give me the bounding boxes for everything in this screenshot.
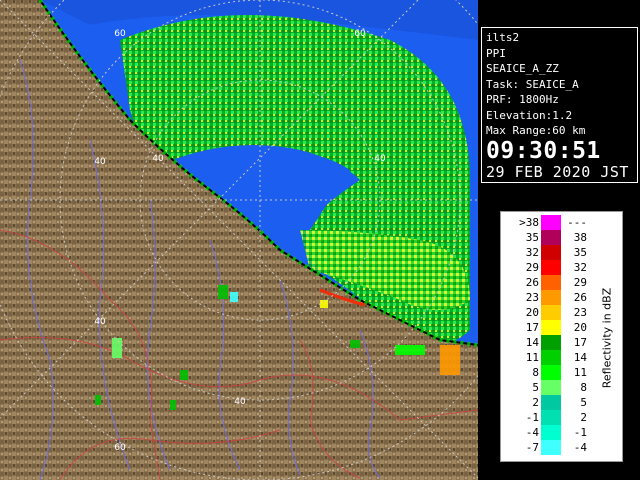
range-label: 40 (94, 317, 106, 327)
scan-date: 29 FEB 2020 JST (486, 162, 629, 181)
legend-color-swatch (541, 245, 561, 260)
legend-low-value: -4 (525, 426, 539, 439)
task-name: Task: SEAICE_A (486, 77, 579, 91)
legend-color-swatch (541, 380, 561, 395)
legend-low-value: 5 (532, 381, 539, 394)
legend-low-value: 29 (525, 261, 539, 274)
range-label: 40 (374, 154, 386, 164)
range-label: 60 (114, 443, 126, 453)
prf-value: PRF: 1800Hz (486, 93, 559, 106)
legend-color-swatch (541, 335, 561, 350)
legend-color-swatch (541, 260, 561, 275)
legend-low-value: 2 (532, 396, 539, 409)
legend-low-value: 26 (525, 276, 539, 289)
legend-high-value: 8 (580, 381, 587, 394)
legend-color-swatch (541, 305, 561, 320)
legend-high-value: 35 (573, 246, 587, 259)
legend-high-value: 23 (573, 306, 587, 319)
legend-color-swatch (541, 410, 561, 425)
legend-low-value: 14 (525, 336, 539, 349)
max-range-value: Max Range:60 km (486, 124, 586, 137)
legend-color-swatch (541, 215, 561, 230)
legend-high-value: 14 (573, 351, 587, 364)
legend-high-value: 20 (573, 321, 587, 334)
legend-color-swatch (541, 365, 561, 380)
legend-low-value: 35 (525, 231, 539, 244)
legend-color-swatch (541, 320, 561, 335)
legend-color-swatch (541, 350, 561, 365)
legend-low-value: -7 (525, 441, 539, 454)
legend-color-swatch (541, 230, 561, 245)
legend-high-value: 11 (573, 366, 587, 379)
range-label: 40 (94, 157, 106, 167)
legend-color-swatch (541, 395, 561, 410)
range-label: 60 (114, 29, 126, 39)
legend-low-value: >38 (519, 216, 539, 229)
legend-low-value: 11 (525, 351, 539, 364)
legend-color-swatch (541, 425, 561, 440)
site-name: ilts2 (486, 31, 520, 44)
legend-low-value: 32 (525, 246, 539, 259)
legend-color-swatch (541, 275, 561, 290)
legend-high-value: 32 (573, 261, 587, 274)
range-label: 60 (354, 29, 366, 39)
reflectivity-legend: >38 --- 35 38 32 35 29 32 26 29 23 26 20 23 17 20 14 17 11… (500, 211, 623, 462)
legend-high-value: 38 (573, 231, 587, 244)
scan-info-panel: ilts2 PPI SEAICE_A_ZZ Task: SEAICE_A PRF… (481, 27, 638, 183)
legend-high-value: -4 (573, 441, 587, 454)
legend-title-text: Reflectivity in dBZ (600, 287, 614, 388)
range-label: 40 (152, 154, 164, 164)
legend-high-value: 26 (573, 291, 587, 304)
scan-name: SEAICE_A_ZZ (486, 62, 559, 75)
scan-time: 09:30:51 (486, 137, 601, 164)
elevation-value: Elevation:1.2 (486, 108, 573, 122)
legend-low-value: 8 (532, 366, 539, 379)
legend-low-value: 17 (525, 321, 539, 334)
product-type: PPI (486, 46, 506, 60)
legend-title: Reflectivity in dBZ (593, 212, 621, 463)
legend-high-value: 17 (573, 336, 587, 349)
radar-image: 40 60 40 60 40 40 40 60 (0, 0, 478, 480)
radar-ppi-display[interactable]: 40 60 40 60 40 40 40 60 (0, 0, 478, 480)
legend-low-value: 20 (525, 306, 539, 319)
legend-color-swatch (541, 440, 561, 455)
legend-high-value: 2 (580, 411, 587, 424)
legend-high-value: 29 (573, 276, 587, 289)
legend-low-value: 23 (525, 291, 539, 304)
legend-high-value: 5 (580, 396, 587, 409)
range-label: 40 (234, 397, 246, 407)
legend-high-value: --- (567, 216, 587, 229)
legend-high-value: -1 (573, 426, 587, 439)
legend-color-swatch (541, 290, 561, 305)
legend-low-value: -1 (525, 411, 539, 424)
